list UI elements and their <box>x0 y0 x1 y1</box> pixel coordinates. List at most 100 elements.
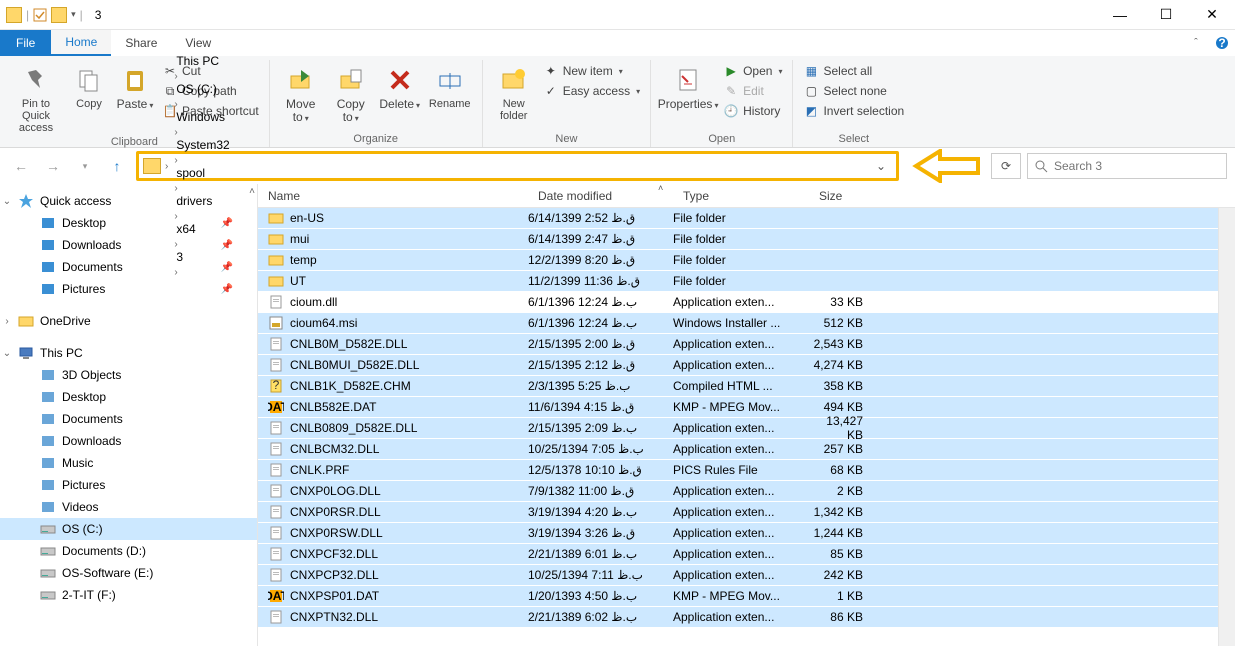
file-row[interactable]: CNLB0809_D582E.DLL2/15/1395 2:09 ب.ظAppl… <box>258 418 1218 439</box>
column-headers[interactable]: ˄ Name Date modified Type Size <box>258 184 1235 208</box>
collapse-ribbon-button[interactable]: ˆ <box>1183 30 1209 56</box>
forward-button[interactable]: → <box>40 153 66 179</box>
folder-icon[interactable] <box>51 7 67 23</box>
nav-item[interactable]: Pictures <box>0 474 257 496</box>
nav-item[interactable]: Documents <box>0 408 257 430</box>
edit-button[interactable]: ✎Edit <box>721 82 784 100</box>
col-size[interactable]: Size <box>809 189 879 203</box>
open-button[interactable]: ▶Open▾ <box>721 62 784 80</box>
col-type[interactable]: Type <box>673 189 809 203</box>
select-all-button[interactable]: ▦Select all <box>801 62 906 80</box>
breadcrumb-item[interactable]: Windows <box>172 110 233 124</box>
tab-view[interactable]: View <box>171 30 225 56</box>
breadcrumb[interactable]: › This PC›OS (C:)›Windows›System32›spool… <box>136 151 899 181</box>
chevron-right-icon[interactable]: › <box>172 99 179 110</box>
nav-item[interactable]: Videos <box>0 496 257 518</box>
file-row[interactable]: temp12/2/1399 8:20 ق.ظFile folder <box>258 250 1218 271</box>
chevron-right-icon[interactable]: › <box>172 71 179 82</box>
nav-onedrive[interactable]: › OneDrive <box>0 310 257 332</box>
copy-button[interactable]: Copy <box>68 60 110 110</box>
file-row[interactable]: CNLBCM32.DLL10/25/1394 7:05 ب.ظApplicati… <box>258 439 1218 460</box>
qat-dropdown[interactable]: ▾ <box>71 9 76 20</box>
chevron-down-icon[interactable]: ⌄ <box>2 196 12 207</box>
chevron-down-icon[interactable]: ⌄ <box>2 348 12 359</box>
col-name[interactable]: Name <box>258 189 528 203</box>
back-button[interactable]: ← <box>8 153 34 179</box>
nav-item[interactable]: Downloads📌 <box>0 234 257 256</box>
nav-item[interactable]: Pictures📌 <box>0 278 257 300</box>
breadcrumb-item[interactable]: spool <box>172 166 233 180</box>
breadcrumb-item[interactable]: System32 <box>172 138 233 152</box>
chevron-right-icon[interactable]: › <box>163 161 170 172</box>
file-row[interactable]: CNXPTN32.DLL2/21/1389 6:02 ب.ظApplicatio… <box>258 607 1218 628</box>
tab-home[interactable]: Home <box>51 30 111 56</box>
search-input[interactable] <box>1027 153 1227 179</box>
nav-this-pc[interactable]: ⌄ This PC <box>0 342 257 364</box>
folder-icon <box>40 259 56 275</box>
delete-button[interactable]: Delete▾ <box>378 60 422 112</box>
nav-item[interactable]: Desktop <box>0 386 257 408</box>
nav-quick-access[interactable]: ⌄ Quick access <box>0 190 257 212</box>
address-dropdown[interactable]: ⌄ <box>870 159 892 173</box>
nav-item[interactable]: 2-T-IT (F:) <box>0 584 257 606</box>
nav-item[interactable]: OS (C:) <box>0 518 257 540</box>
maximize-button[interactable]: ☐ <box>1143 0 1189 30</box>
checkbox-icon[interactable] <box>33 8 47 22</box>
file-row[interactable]: CNXP0LOG.DLL7/9/1382 11:00 ق.ظApplicatio… <box>258 481 1218 502</box>
file-tab[interactable]: File <box>0 30 51 56</box>
move-to-button[interactable]: Move to▾ <box>278 60 324 125</box>
chevron-right-icon[interactable]: › <box>2 316 12 327</box>
file-row[interactable]: CNLK.PRF12/5/1378 10:10 ق.ظPICS Rules Fi… <box>258 460 1218 481</box>
easy-access-button[interactable]: ✓Easy access▾ <box>541 82 642 100</box>
up-button[interactable]: ↑ <box>104 153 130 179</box>
invert-selection-button[interactable]: ◩Invert selection <box>801 102 906 120</box>
dll-icon <box>268 357 284 373</box>
select-none-button[interactable]: ▢Select none <box>801 82 906 100</box>
breadcrumb-item[interactable]: This PC <box>172 54 233 68</box>
nav-item[interactable]: Music <box>0 452 257 474</box>
copy-to-button[interactable]: Copy to▾ <box>328 60 374 125</box>
navigation-pane[interactable]: ˄ ⌄ Quick access Desktop📌Downloads📌Docum… <box>0 184 258 646</box>
help-button[interactable]: ? <box>1209 30 1235 56</box>
scrollbar[interactable] <box>1218 208 1235 646</box>
file-row[interactable]: mui6/14/1399 2:47 ق.ظFile folder <box>258 229 1218 250</box>
nav-item[interactable]: Desktop📌 <box>0 212 257 234</box>
recent-locations-button[interactable]: ▾ <box>72 153 98 179</box>
rename-button[interactable]: Rename <box>426 60 474 110</box>
file-row[interactable]: ?CNLB1K_D582E.CHM2/3/1395 5:25 ب.ظCompil… <box>258 376 1218 397</box>
file-row[interactable]: UT11/2/1399 11:36 ق.ظFile folder <box>258 271 1218 292</box>
nav-item[interactable]: 3D Objects <box>0 364 257 386</box>
chevron-right-icon[interactable]: › <box>172 127 179 138</box>
file-row[interactable]: CNXP0RSW.DLL3/19/1394 3:26 ق.ظApplicatio… <box>258 523 1218 544</box>
chevron-right-icon[interactable]: › <box>172 155 179 166</box>
tab-share[interactable]: Share <box>111 30 171 56</box>
refresh-button[interactable]: ⟳ <box>991 153 1021 179</box>
file-row[interactable]: CNXPCF32.DLL2/21/1389 6:01 ب.ظApplicatio… <box>258 544 1218 565</box>
properties-button[interactable]: Properties▾ <box>659 60 717 112</box>
nav-item[interactable]: OS-Software (E:) <box>0 562 257 584</box>
new-folder-button[interactable]: New folder <box>491 60 537 122</box>
minimize-button[interactable]: — <box>1097 0 1143 30</box>
breadcrumb-item[interactable]: OS (C:) <box>172 82 233 96</box>
file-row[interactable]: CNLB0M_D582E.DLL2/15/1395 2:00 ق.ظApplic… <box>258 334 1218 355</box>
paste-button[interactable]: Paste▾ <box>114 60 156 112</box>
file-row[interactable]: CNXP0RSR.DLL3/19/1394 4:20 ب.ظApplicatio… <box>258 502 1218 523</box>
chevron-up-icon[interactable]: ˄ <box>249 186 255 197</box>
search-field[interactable] <box>1054 159 1220 173</box>
history-button[interactable]: 🕘History <box>721 102 784 120</box>
nav-item[interactable]: Downloads <box>0 430 257 452</box>
new-item-button[interactable]: ✦New item▾ <box>541 62 642 80</box>
file-row[interactable]: en-US6/14/1399 2:52 ق.ظFile folder <box>258 208 1218 229</box>
file-list[interactable]: en-US6/14/1399 2:52 ق.ظFile foldermui6/1… <box>258 208 1218 646</box>
file-row[interactable]: cioum.dll6/1/1396 12:24 ب.ظApplication e… <box>258 292 1218 313</box>
file-row[interactable]: DATCNLB582E.DAT11/6/1394 4:15 ق.ظKMP - M… <box>258 397 1218 418</box>
file-row[interactable]: CNXPCP32.DLL10/25/1394 7:11 ب.ظApplicati… <box>258 565 1218 586</box>
close-button[interactable]: ✕ <box>1189 0 1235 30</box>
col-date[interactable]: Date modified <box>528 189 673 203</box>
nav-item[interactable]: Documents (D:) <box>0 540 257 562</box>
file-row[interactable]: cioum64.msi6/1/1396 12:24 ب.ظWindows Ins… <box>258 313 1218 334</box>
pin-quick-access-button[interactable]: Pin to Quick access <box>8 60 64 134</box>
file-row[interactable]: CNLB0MUI_D582E.DLL2/15/1395 2:12 ق.ظAppl… <box>258 355 1218 376</box>
nav-item[interactable]: Documents📌 <box>0 256 257 278</box>
file-row[interactable]: DATCNXPSP01.DAT1/20/1393 4:50 ب.ظKMP - M… <box>258 586 1218 607</box>
